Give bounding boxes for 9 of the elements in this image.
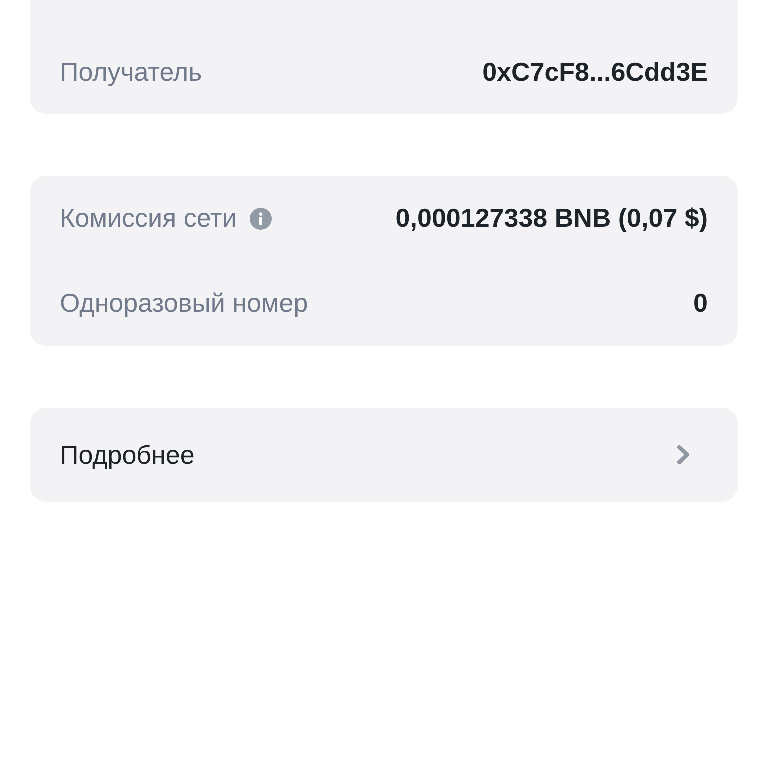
info-icon[interactable] (250, 208, 272, 230)
field-label: Получатель (60, 56, 202, 88)
details-button[interactable]: Подробнее (30, 408, 738, 502)
field-value: 0,000127338 BNB (0,07 $) (396, 203, 708, 234)
field-label: Одноразовый номер (60, 288, 308, 319)
field-value: 0xC7cF8...6Cdd3E (482, 56, 708, 88)
field-value: 0 (694, 288, 708, 319)
chevron-right-icon (677, 445, 691, 465)
field-label: Комиссия сети (60, 203, 237, 234)
